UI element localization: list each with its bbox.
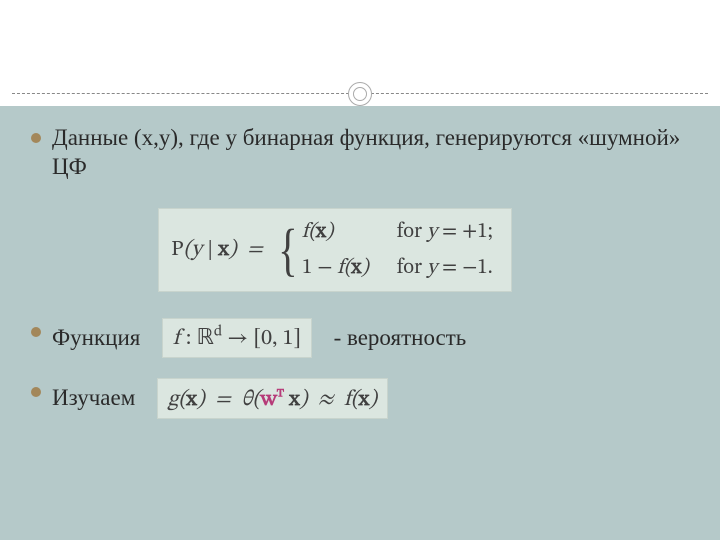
formula-f-inline: f : ℝd → [0, 1] xyxy=(162,318,312,359)
brace-icon: { xyxy=(278,221,297,279)
divider-ornament-inner xyxy=(353,87,367,101)
bullet-item-2: Функция f : ℝd → [0, 1] - вероятность xyxy=(28,318,692,359)
bullet-2-before: Функция xyxy=(52,324,152,353)
bullet-2-after: - вероятность xyxy=(322,324,466,353)
divider xyxy=(0,82,720,106)
bullet-1-text: Данные (x,y), где y бинарная функция, ге… xyxy=(52,125,680,179)
case2-left: 1 − f(x) xyxy=(302,255,369,281)
case1-left: f(x) xyxy=(302,219,369,245)
content-area: Данные (x,y), где y бинарная функция, ге… xyxy=(0,106,720,540)
case1-right: for y = +1; xyxy=(397,219,493,245)
formula-g-inline: g(x) = θ(wт x) ≈ f(x) xyxy=(157,378,388,419)
case2-right: for y = −1. xyxy=(397,255,493,281)
formula-cases: f(x) for y = +1; 1 − f(x) for y = −1. xyxy=(302,219,493,281)
bullet-list: Данные (x,y), где y бинарная функция, ге… xyxy=(28,124,692,419)
formula-lhs: P(y | x) = xyxy=(171,236,268,264)
bullet-item-1: Данные (x,y), где y бинарная функция, ге… xyxy=(28,124,692,182)
bullet-3-text: Изучаем xyxy=(52,384,147,413)
slide: Данные (x,y), где y бинарная функция, ге… xyxy=(0,0,720,540)
bullet-item-3: Изучаем g(x) = θ(wт x) ≈ f(x) xyxy=(28,378,692,419)
divider-ornament xyxy=(348,82,372,106)
title-area xyxy=(0,0,720,82)
main-formula-block: P(y | x) = { f(x) for y = +1; 1 − f(x) f… xyxy=(158,208,512,292)
